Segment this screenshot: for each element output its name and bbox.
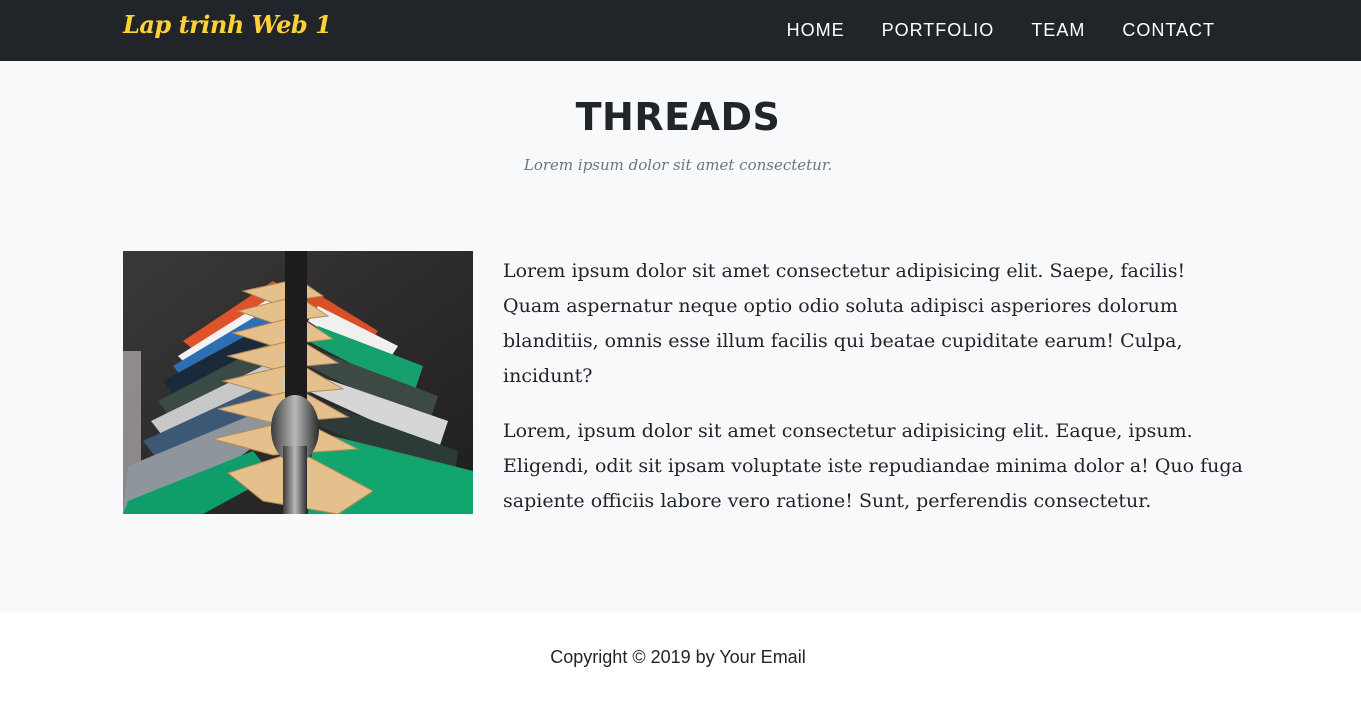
clothes-rack-illustration	[123, 251, 473, 514]
page-footer: Copyright © 2019 by Your Email	[0, 613, 1361, 707]
top-navbar: Lap trinh Web 1 HOME PORTFOLIO TEAM CONT…	[0, 0, 1361, 61]
section-subtitle: Lorem ipsum dolor sit amet consectetur.	[523, 156, 833, 174]
content-paragraph-2: Lorem, ipsum dolor sit amet consectetur …	[503, 420, 1243, 512]
clothes-hangers-image	[123, 251, 473, 514]
nav-link-team[interactable]: TEAM	[1031, 20, 1085, 41]
brand-logo-link[interactable]: Lap trinh Web 1	[123, 10, 332, 39]
nav-links: HOME PORTFOLIO TEAM CONTACT	[787, 0, 1215, 61]
nav-link-portfolio[interactable]: PORTFOLIO	[882, 20, 995, 41]
copyright-text: Copyright © 2019 by Your Email	[550, 647, 806, 667]
nav-link-contact[interactable]: CONTACT	[1122, 20, 1215, 41]
section-content: Lorem ipsum dolor sit amet consectetur a…	[503, 254, 1243, 539]
threads-section: THREADS Lorem ipsum dolor sit amet conse…	[0, 61, 1361, 613]
nav-link-home[interactable]: HOME	[787, 20, 845, 41]
section-title: THREADS	[575, 95, 781, 139]
content-paragraph-1: Lorem ipsum dolor sit amet consectetur a…	[503, 260, 1186, 387]
